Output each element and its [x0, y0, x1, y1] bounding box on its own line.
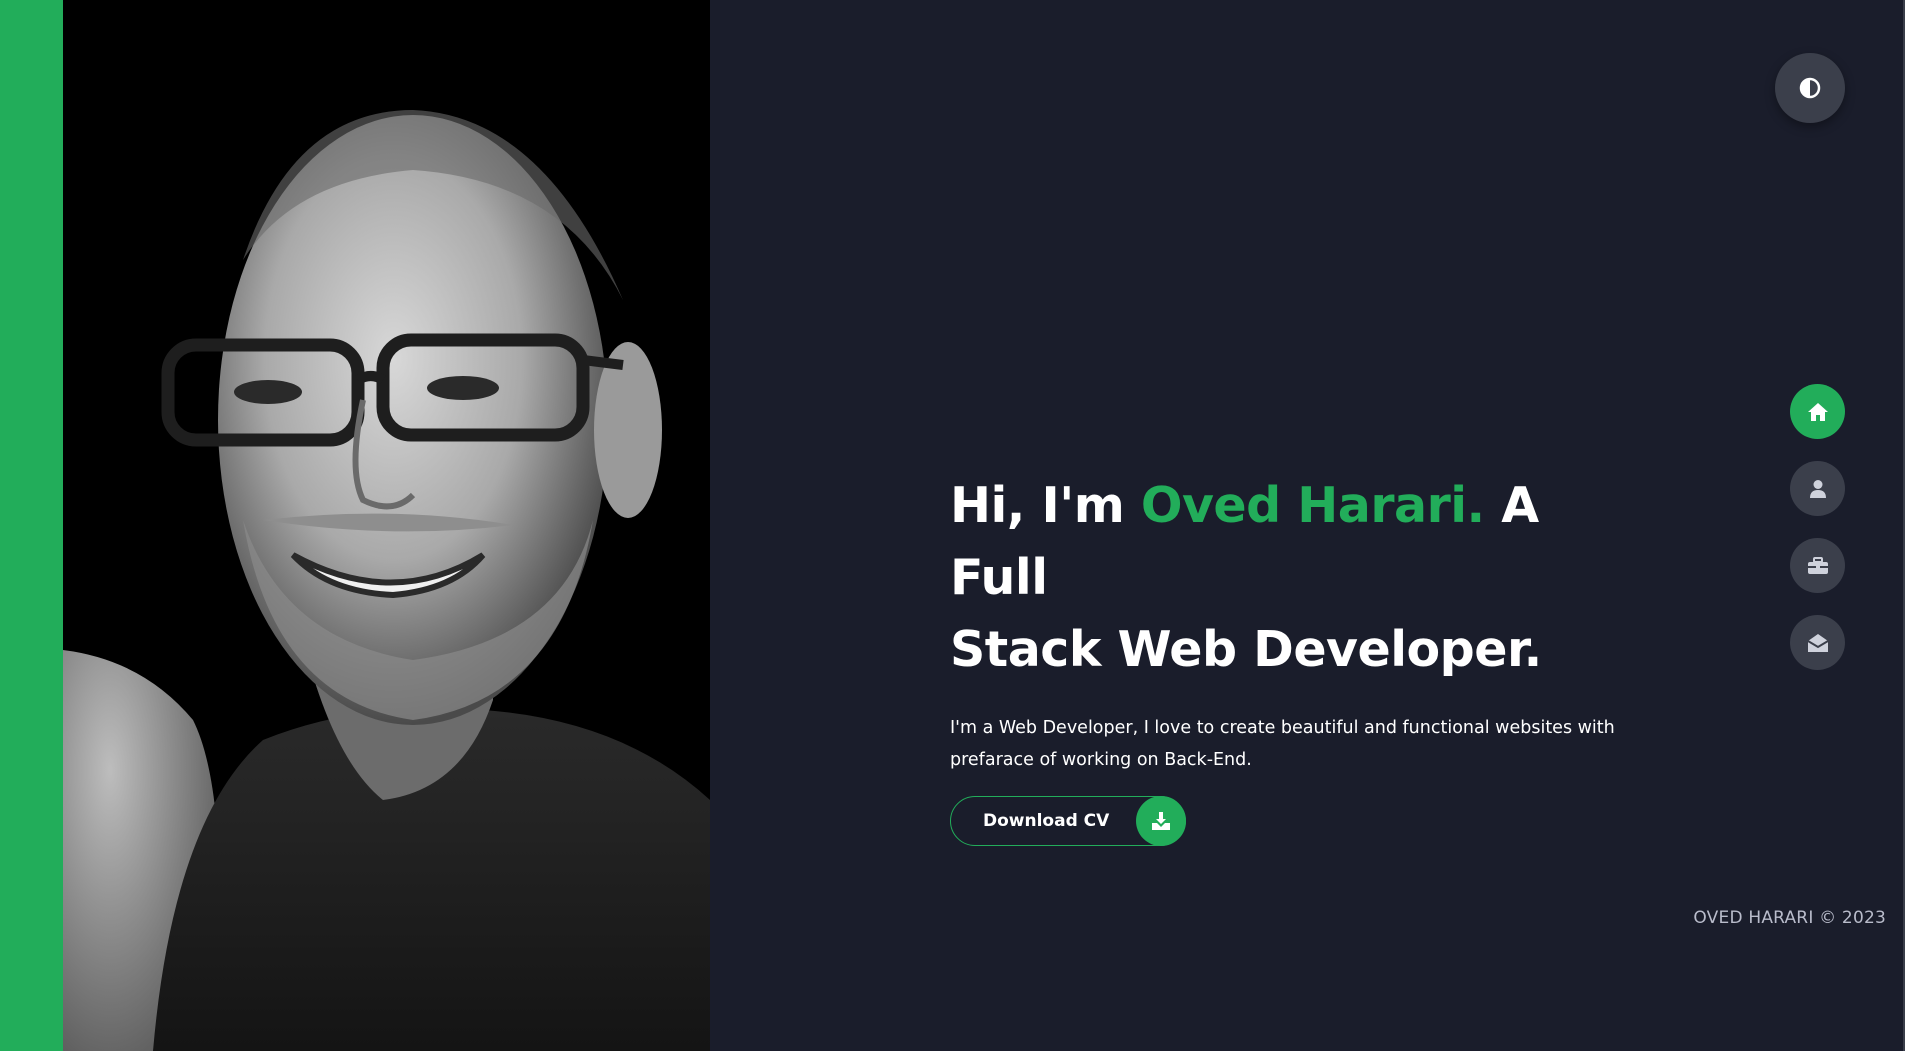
- profile-photo: [63, 0, 710, 1051]
- page: Hi, I'm Oved Harari. A Full Stack Web Dev…: [0, 0, 1905, 1051]
- hero-name: Oved Harari.: [1140, 477, 1485, 534]
- hero-section: Hi, I'm Oved Harari. A Full Stack Web Dev…: [950, 470, 1650, 846]
- nav-item-portfolio[interactable]: [1790, 538, 1845, 593]
- nav-item-about[interactable]: [1790, 461, 1845, 516]
- side-nav: [1790, 384, 1845, 692]
- envelope-open-icon: [1806, 633, 1829, 652]
- download-cv-button[interactable]: Download CV: [950, 796, 1186, 846]
- hero-title-line2: Stack Web Developer.: [950, 621, 1542, 678]
- hero-title: Hi, I'm Oved Harari. A Full Stack Web Dev…: [950, 470, 1650, 686]
- user-icon: [1809, 479, 1826, 498]
- nav-item-home[interactable]: [1790, 384, 1845, 439]
- download-cv-label: Download CV: [983, 811, 1110, 831]
- footer-copyright: OVED HARARI © 2023: [1693, 908, 1886, 928]
- hero-description: I'm a Web Developer, I love to create be…: [950, 718, 1615, 770]
- theme-toggle-button[interactable]: [1775, 53, 1845, 123]
- home-icon: [1807, 402, 1828, 421]
- accent-strip: [0, 0, 63, 1051]
- download-icon: [1136, 796, 1186, 846]
- hero-greeting: Hi, I'm: [950, 477, 1141, 534]
- nav-item-contact[interactable]: [1790, 615, 1845, 670]
- briefcase-icon: [1807, 556, 1828, 574]
- contrast-icon: [1799, 77, 1821, 99]
